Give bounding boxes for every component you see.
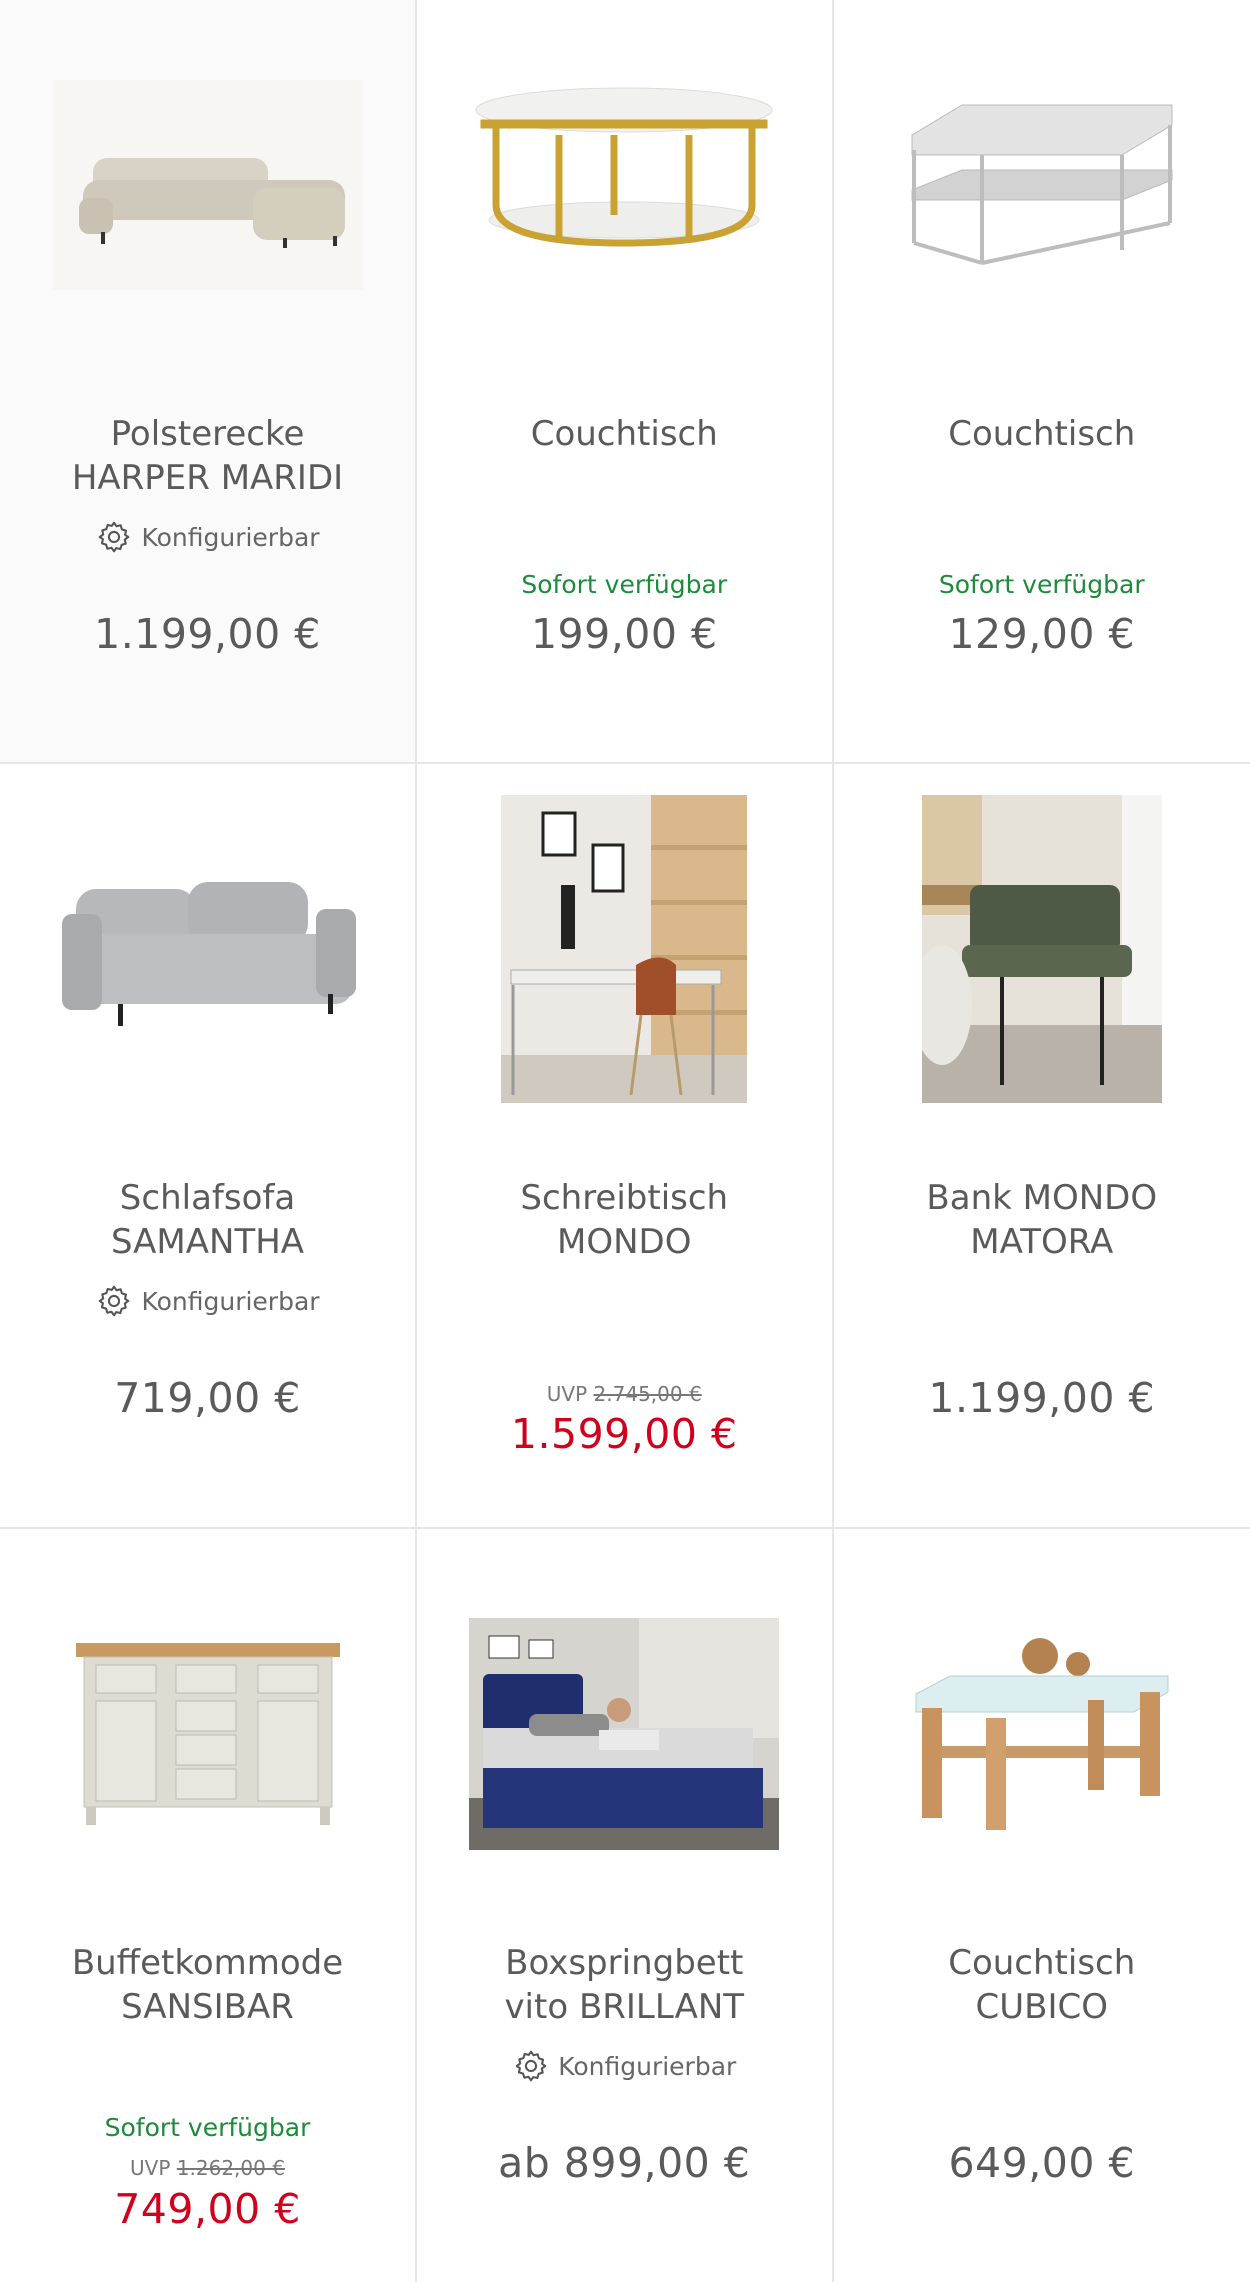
product-title[interactable]: Buffetkommode SANSIBAR	[10, 1941, 405, 2029]
product-image[interactable]	[834, 1549, 1250, 1919]
title-line-2: SANSIBAR	[121, 1987, 294, 2027]
title-line-2: CUBICO	[975, 1987, 1108, 2027]
product-card[interactable]: Couchtisch CUBICO 649,00 €	[834, 1529, 1250, 2282]
product-card[interactable]: Boxspringbett vito BRILLANT Konfigurierb…	[417, 1529, 834, 2282]
title-line-2: MONDO	[557, 1222, 692, 1262]
product-card[interactable]: Polsterecke HARPER MARIDI Konfigurierbar…	[0, 0, 417, 764]
bench-green-scene-image	[921, 795, 1162, 1103]
coffee-table-marble-gold-image	[475, 87, 773, 247]
gear-icon	[99, 1285, 130, 1317]
product-image[interactable]	[417, 0, 832, 370]
sideboard-white-oak-image	[75, 1643, 340, 1825]
uvp-price: UVP 1.262,00 €	[0, 2156, 415, 2180]
title-line-2: vito BRILLANT	[504, 1987, 745, 2027]
product-image[interactable]	[834, 764, 1250, 1134]
product-image[interactable]	[0, 0, 415, 370]
product-title[interactable]: Polsterecke HARPER MARIDI	[10, 412, 405, 500]
uvp-price: UVP 2.745,00 €	[417, 1382, 832, 1406]
product-title[interactable]: Schlafsofa SAMANTHA	[10, 1176, 405, 1264]
sofa-corner-beige-image	[52, 80, 363, 290]
sofa-grey-image	[61, 882, 356, 1026]
title-line-1: Boxspringbett	[505, 1943, 744, 1983]
sale-price: 749,00 €	[114, 2185, 301, 2233]
product-card[interactable]: Schreibtisch MONDO UVP 2.745,00 € 1.599,…	[417, 764, 834, 1529]
uvp-label: UVP	[546, 1382, 588, 1406]
product-image[interactable]	[0, 1549, 415, 1919]
price: 129,00 €	[948, 610, 1136, 658]
configurable-label: Konfigurierbar	[558, 2051, 737, 2081]
desk-room-scene-image	[501, 795, 748, 1103]
gear-icon	[99, 521, 130, 553]
sale-price: 1.599,00 €	[510, 1410, 738, 1458]
title-line-2: MATORA	[970, 1222, 1114, 1262]
product-title[interactable]: Schreibtisch MONDO	[427, 1176, 822, 1264]
original-price: 1.262,00 €	[176, 2156, 285, 2180]
configurable-label: Konfigurierbar	[141, 522, 320, 552]
product-card[interactable]: Schlafsofa SAMANTHA Konfigurierbar 719,0…	[0, 764, 417, 1529]
availability-status: Sofort verfügbar	[521, 570, 728, 599]
product-title[interactable]: Couchtisch	[844, 412, 1241, 456]
uvp-label: UVP	[130, 2156, 171, 2180]
title-line-2: HARPER MARIDI	[71, 458, 344, 498]
configurable-label: Konfigurierbar	[141, 1286, 320, 1316]
price: 649,00 €	[948, 2139, 1136, 2187]
product-card[interactable]: Buffetkommode SANSIBAR Sofort verfügbar …	[0, 1529, 417, 2282]
title-line-1: Buffetkommode	[71, 1943, 344, 1983]
product-title[interactable]: Couchtisch CUBICO	[844, 1941, 1241, 2029]
availability-status: Sofort verfügbar	[938, 570, 1145, 599]
price: ab 899,00 €	[498, 2139, 751, 2187]
title-line-1: Bank MONDO	[926, 1178, 1158, 1218]
title-line-1: Couchtisch	[948, 414, 1136, 454]
price: 1.199,00 €	[928, 1374, 1156, 1422]
price: 1.199,00 €	[94, 610, 321, 658]
title-line-1: Polsterecke	[110, 414, 305, 454]
configurable-badge: Konfigurierbar	[0, 518, 415, 556]
product-image[interactable]	[834, 0, 1250, 370]
title-line-1: Couchtisch	[948, 1943, 1136, 1983]
original-price: 2.745,00 €	[593, 1382, 702, 1406]
configurable-badge: Konfigurierbar	[0, 1282, 415, 1320]
gear-icon	[515, 2050, 547, 2082]
product-image[interactable]	[0, 764, 415, 1134]
product-card[interactable]: Couchtisch Sofort verfügbar 199,00 €	[417, 0, 834, 764]
title-line-1: Couchtisch	[530, 414, 718, 454]
product-image[interactable]	[417, 764, 832, 1134]
price: 199,00 €	[530, 610, 718, 658]
product-title[interactable]: Boxspringbett vito BRILLANT	[427, 1941, 822, 2029]
product-image[interactable]	[417, 1549, 832, 1919]
boxspring-bed-blue-image	[469, 1618, 780, 1850]
product-card[interactable]: Couchtisch Sofort verfügbar 129,00 €	[833, 0, 1250, 764]
product-title[interactable]: Bank MONDO MATORA	[844, 1176, 1241, 1264]
price: 719,00 €	[114, 1374, 301, 1422]
product-card[interactable]: Bank MONDO MATORA 1.199,00 €	[833, 764, 1250, 1529]
title-line-1: Schreibtisch	[520, 1178, 729, 1218]
product-grid: Polsterecke HARPER MARIDI Konfigurierbar…	[0, 0, 1250, 2282]
title-line-1: Schlafsofa	[119, 1178, 296, 1218]
coffee-table-grey-metal-image	[911, 104, 1173, 265]
product-title[interactable]: Couchtisch	[427, 412, 822, 456]
availability-status: Sofort verfügbar	[104, 2113, 311, 2142]
title-line-2: SAMANTHA	[110, 1222, 305, 1262]
coffee-table-glass-wood-image	[915, 1638, 1169, 1830]
configurable-badge: Konfigurierbar	[417, 2047, 832, 2085]
